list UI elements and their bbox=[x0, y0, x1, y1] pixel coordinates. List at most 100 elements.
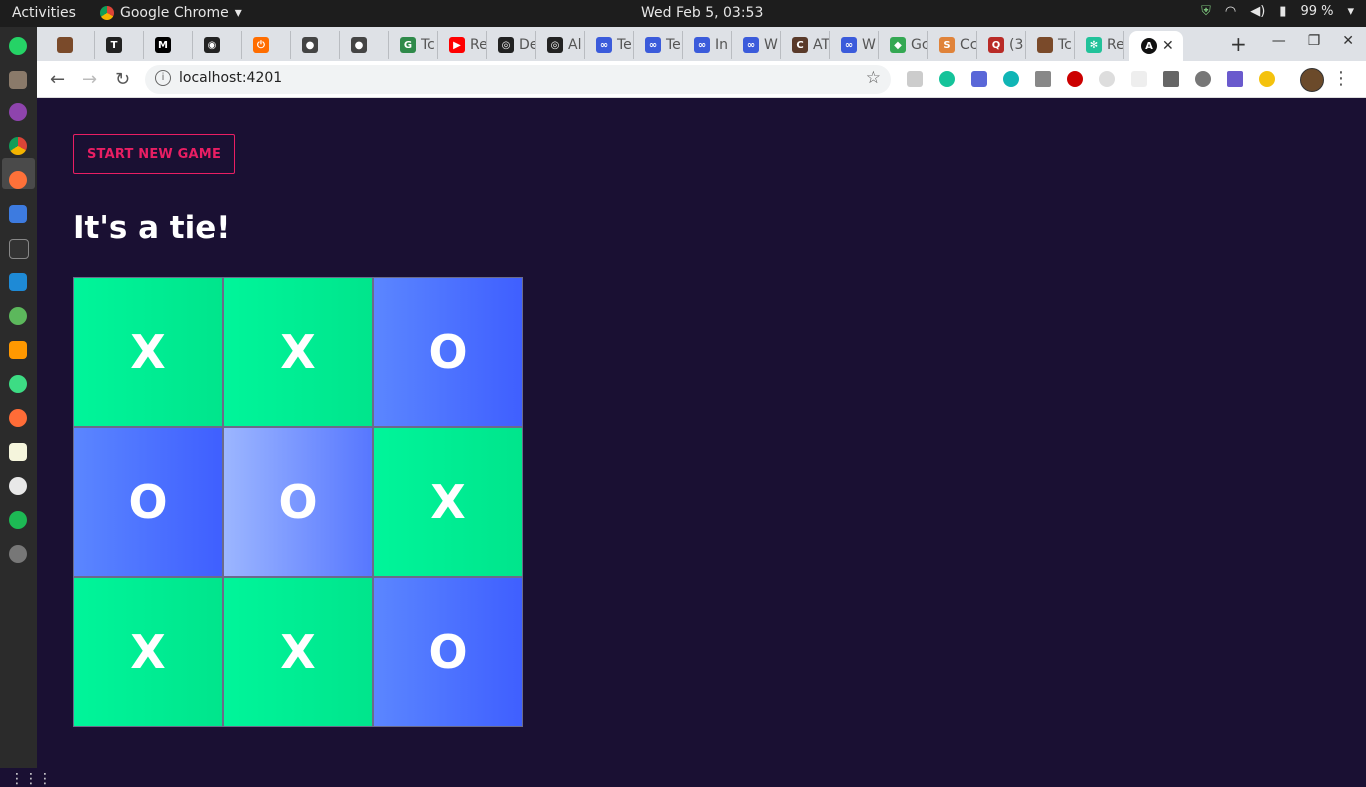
grammarly-icon[interactable] bbox=[939, 71, 955, 87]
browser-tab[interactable]: ◎ Al bbox=[535, 31, 585, 59]
tab-favicon-icon: G bbox=[400, 37, 416, 53]
tree-ext-icon[interactable] bbox=[1227, 71, 1243, 87]
gear-ext-icon[interactable] bbox=[1195, 71, 1211, 87]
firefox-icon[interactable] bbox=[9, 171, 27, 189]
browser-tab[interactable]: ∞ W bbox=[829, 31, 879, 59]
forward-icon[interactable]: → bbox=[82, 69, 97, 90]
tab-favicon-icon: ∞ bbox=[645, 37, 661, 53]
vscode-icon[interactable] bbox=[9, 273, 27, 291]
text-editor-icon[interactable] bbox=[9, 443, 27, 461]
files-icon[interactable] bbox=[9, 71, 27, 89]
tab-label: Te bbox=[666, 37, 681, 53]
bookmark-star-icon[interactable]: ☆ bbox=[866, 68, 881, 88]
browser-tab[interactable]: ◆ Gc bbox=[878, 31, 928, 59]
board-cell[interactable]: X bbox=[223, 577, 373, 727]
cd-icon[interactable] bbox=[9, 307, 27, 325]
vue-devtools-icon[interactable] bbox=[1035, 71, 1051, 87]
app-menu[interactable]: Google Chrome ▾ bbox=[100, 5, 242, 21]
close-icon[interactable]: ✕ bbox=[1162, 38, 1174, 54]
browser-tab[interactable]: ∞ Te bbox=[584, 31, 634, 59]
browser-tab[interactable]: Tc bbox=[1025, 31, 1075, 59]
address-bar[interactable]: i localhost:4201 ☆ bbox=[145, 65, 891, 94]
clock[interactable]: Wed Feb 5, 03:53 bbox=[641, 5, 763, 21]
android-studio-icon[interactable] bbox=[9, 375, 27, 393]
shield-ext-icon[interactable] bbox=[1099, 71, 1115, 87]
info-icon[interactable]: i bbox=[155, 70, 171, 86]
tab-favicon-icon: ◎ bbox=[547, 37, 563, 53]
browser-tab[interactable]: ∞ In bbox=[682, 31, 732, 59]
app-grid-icon[interactable]: ⋮⋮⋮ bbox=[10, 771, 52, 787]
dock: ⋮⋮⋮ bbox=[0, 27, 52, 787]
tab-favicon-icon: C bbox=[792, 37, 808, 53]
tab-label: De bbox=[519, 37, 535, 53]
tab-favicon-icon: ● bbox=[302, 37, 318, 53]
browser-tab[interactable]: G Tc bbox=[388, 31, 438, 59]
browser-tab[interactable]: M bbox=[143, 31, 193, 59]
tasks-icon[interactable] bbox=[9, 205, 27, 223]
podcast-icon[interactable] bbox=[9, 103, 27, 121]
chrome-icon[interactable] bbox=[9, 137, 27, 155]
app-menu-label: Google Chrome bbox=[120, 5, 229, 21]
terminal-icon[interactable] bbox=[9, 239, 29, 259]
browser-tab[interactable]: ∞ Te bbox=[633, 31, 683, 59]
system-tray[interactable]: ⛨ ◠ ◀) ▮ 99 % ▾ bbox=[1201, 4, 1354, 19]
browser-tab[interactable]: ⏻ bbox=[241, 31, 291, 59]
minimize-icon[interactable]: — bbox=[1272, 33, 1286, 49]
board-cell[interactable]: O bbox=[223, 427, 373, 577]
avatar[interactable] bbox=[1300, 68, 1324, 92]
grid-ext-icon[interactable] bbox=[1131, 71, 1147, 87]
translate-icon[interactable] bbox=[971, 71, 987, 87]
tab-favicon-icon: M bbox=[155, 37, 171, 53]
tab-strip: TM◉⏻●●GTc▶Re◎De◎Al∞Te∞Te∞In∞WCAT∞W◆GcSCc… bbox=[37, 27, 1366, 61]
tab-favicon-icon: ⏻ bbox=[253, 37, 269, 53]
browser-tab[interactable]: T bbox=[94, 31, 144, 59]
adblock-icon[interactable] bbox=[1067, 71, 1083, 87]
close-icon[interactable]: ✕ bbox=[1342, 33, 1354, 49]
battery-level: 99 % bbox=[1300, 4, 1334, 19]
tab-active[interactable]: A ✕ bbox=[1129, 31, 1183, 61]
extension-m-icon[interactable] bbox=[1003, 71, 1019, 87]
volume-icon: ◀) bbox=[1250, 4, 1266, 19]
new-tab-button[interactable]: + bbox=[1230, 32, 1247, 56]
browser-tab[interactable]: C AT bbox=[780, 31, 830, 59]
browser-tab[interactable]: S Cc bbox=[927, 31, 977, 59]
tab-label: AT bbox=[813, 37, 830, 53]
sublime-icon[interactable] bbox=[9, 341, 27, 359]
postman-icon[interactable] bbox=[9, 409, 27, 427]
shield-icon: ⛨ bbox=[1201, 4, 1211, 19]
chevron-down-icon: ▾ bbox=[234, 5, 242, 21]
settings-icon[interactable] bbox=[9, 545, 27, 563]
browser-tab[interactable] bbox=[45, 31, 95, 59]
board-cell[interactable]: X bbox=[73, 577, 223, 727]
browser-tab[interactable]: Q (3 bbox=[976, 31, 1026, 59]
browser-tab[interactable]: ∞ W bbox=[731, 31, 781, 59]
spotify-icon[interactable] bbox=[9, 511, 27, 529]
board-cell[interactable]: X bbox=[373, 427, 523, 577]
board-cell[interactable]: X bbox=[223, 277, 373, 427]
tab-favicon-icon: ◆ bbox=[890, 37, 906, 53]
browser-tab[interactable]: ● bbox=[339, 31, 389, 59]
browser-tab[interactable]: ◉ bbox=[192, 31, 242, 59]
start-new-game-button[interactable]: Start new game bbox=[73, 134, 235, 174]
eyedropper-icon[interactable] bbox=[1163, 71, 1179, 87]
whatsapp-icon[interactable] bbox=[9, 37, 27, 55]
board-cell[interactable]: O bbox=[73, 427, 223, 577]
board-cell[interactable]: O bbox=[373, 277, 523, 427]
activities-button[interactable]: Activities bbox=[12, 5, 76, 21]
restore-icon[interactable]: ❐ bbox=[1308, 33, 1321, 49]
menu-kebab-icon[interactable]: ⋮ bbox=[1332, 68, 1350, 89]
browser-tab[interactable]: ▶ Re bbox=[437, 31, 487, 59]
tab-favicon-icon: Q bbox=[988, 37, 1004, 53]
moon-ext-icon[interactable] bbox=[1259, 71, 1275, 87]
browser-tab[interactable]: ◎ De bbox=[486, 31, 536, 59]
reload-icon[interactable]: ↻ bbox=[115, 69, 130, 90]
url-text[interactable]: localhost:4201 bbox=[179, 70, 282, 86]
browser-tab[interactable]: ● bbox=[290, 31, 340, 59]
extension-copy-icon[interactable] bbox=[907, 71, 923, 87]
browser-tab[interactable]: ✻ Re bbox=[1074, 31, 1124, 59]
board-cell[interactable]: X bbox=[73, 277, 223, 427]
tab-favicon-icon: ∞ bbox=[694, 37, 710, 53]
board-cell[interactable]: O bbox=[373, 577, 523, 727]
back-icon[interactable]: ← bbox=[50, 69, 65, 90]
slack-icon[interactable] bbox=[9, 477, 27, 495]
